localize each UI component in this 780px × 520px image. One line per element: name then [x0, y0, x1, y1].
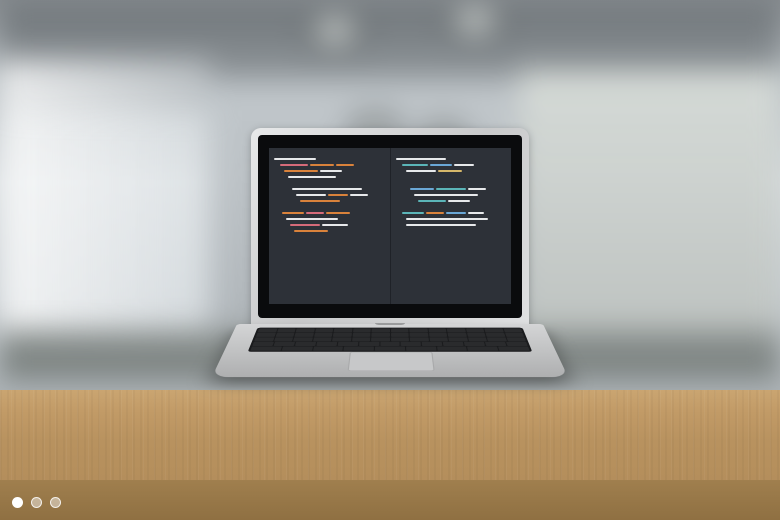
key — [506, 337, 526, 341]
key — [410, 337, 429, 341]
key — [250, 346, 281, 350]
key — [337, 342, 358, 346]
key — [448, 333, 467, 337]
key — [274, 342, 295, 346]
key — [467, 333, 486, 337]
key — [352, 337, 371, 341]
editor-right-pane — [390, 148, 512, 304]
carousel-dots — [12, 497, 61, 508]
key — [313, 337, 332, 341]
stock-photo-scene — [0, 0, 780, 520]
carousel-dot[interactable] — [12, 497, 23, 508]
editor-left-pane — [269, 148, 390, 304]
key — [503, 329, 522, 333]
laptop-lid — [251, 128, 529, 328]
key — [380, 342, 400, 346]
trackpad — [348, 352, 435, 371]
key — [334, 329, 352, 333]
key — [498, 346, 529, 350]
key — [344, 346, 374, 350]
key — [506, 342, 528, 346]
key — [258, 329, 277, 333]
key — [486, 333, 505, 337]
key — [409, 329, 427, 333]
key — [274, 337, 294, 341]
key — [277, 329, 296, 333]
key — [437, 346, 468, 350]
key — [332, 337, 351, 341]
key — [401, 342, 421, 346]
key — [428, 329, 446, 333]
key — [352, 333, 370, 337]
carousel-dot[interactable] — [31, 497, 42, 508]
key — [316, 342, 337, 346]
key — [429, 337, 448, 341]
key — [256, 333, 276, 337]
key — [487, 337, 507, 341]
key — [353, 329, 371, 333]
key — [371, 337, 389, 341]
key — [443, 342, 464, 346]
key — [372, 329, 390, 333]
key — [467, 346, 498, 350]
key — [468, 337, 487, 341]
lid-notch — [375, 323, 405, 325]
keyboard — [248, 328, 533, 352]
key — [391, 333, 409, 337]
carousel-dot[interactable] — [50, 497, 61, 508]
screen-bezel — [258, 135, 522, 318]
key — [391, 329, 409, 333]
key — [429, 333, 448, 337]
code-editor-screen — [269, 148, 511, 304]
laptop-base — [237, 324, 543, 428]
key — [294, 333, 313, 337]
key — [296, 329, 315, 333]
key — [448, 337, 467, 341]
key — [293, 337, 312, 341]
laptop — [237, 128, 543, 428]
key — [422, 342, 443, 346]
desk-front-edge — [0, 480, 780, 520]
pendant-lamp-icon — [440, 0, 510, 46]
key — [466, 329, 485, 333]
key — [410, 333, 428, 337]
key — [464, 342, 485, 346]
key — [333, 333, 352, 337]
pendant-lamp-icon — [300, 6, 370, 56]
key — [375, 346, 405, 350]
key — [295, 342, 316, 346]
key — [391, 337, 409, 341]
key — [505, 333, 525, 337]
key — [254, 337, 274, 341]
key — [447, 329, 466, 333]
key — [406, 346, 436, 350]
key — [275, 333, 294, 337]
key — [313, 346, 344, 350]
key — [252, 342, 274, 346]
key — [371, 333, 389, 337]
keyboard-deck — [212, 324, 568, 377]
key — [314, 333, 333, 337]
key — [315, 329, 334, 333]
key — [485, 342, 506, 346]
key — [359, 342, 379, 346]
key — [281, 346, 312, 350]
key — [484, 329, 503, 333]
